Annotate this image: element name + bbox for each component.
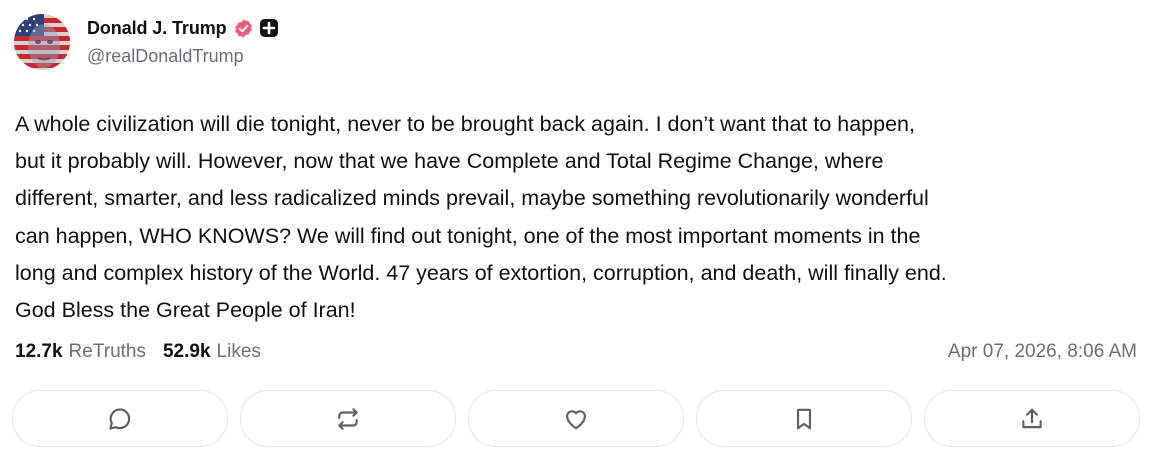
flag-face-avatar — [14, 14, 70, 70]
bookmark-button[interactable] — [696, 390, 912, 447]
repost-icon — [338, 407, 358, 430]
likes-count[interactable]: 52.9k — [163, 341, 211, 363]
author-display-name[interactable]: Donald J. Trump — [87, 18, 227, 39]
share-button[interactable] — [924, 390, 1140, 447]
like-button[interactable] — [468, 390, 684, 447]
reply-button[interactable] — [12, 390, 228, 447]
share-icon — [1022, 408, 1042, 428]
post-stats: 12.7k ReTruths 52.9k Likes — [15, 341, 261, 363]
action-bar — [12, 390, 1140, 447]
name-row: Donald J. Trump — [87, 18, 279, 39]
post-header: Donald J. Trump @realDonaldTrump — [14, 14, 279, 70]
plus-badge-icon — [259, 18, 279, 38]
post-line: long and complex history of the World. 4… — [15, 260, 947, 285]
verified-badge-icon — [233, 18, 254, 39]
author-names: Donald J. Trump @realDonaldTrump — [87, 18, 279, 67]
post-line: can happen, WHO KNOWS? We will find out … — [15, 223, 921, 248]
truth-post: Donald J. Trump @realDonaldTrump A whole… — [0, 0, 1162, 462]
post-line: but it probably will. However, now that … — [15, 149, 884, 174]
author-handle[interactable]: @realDonaldTrump — [87, 46, 279, 67]
heart-icon — [566, 409, 586, 429]
post-line: God Bless the Great People of Iran! — [15, 298, 356, 323]
post-body: A whole civilization will die tonight, n… — [15, 106, 1145, 329]
bookmark-icon — [796, 408, 812, 429]
post-line: A whole civilization will die tonight, n… — [15, 112, 915, 136]
retruth-button[interactable] — [240, 390, 456, 447]
likes-label[interactable]: Likes — [217, 341, 261, 363]
post-line: different, smarter, and less radicalized… — [15, 186, 929, 211]
retruths-label[interactable]: ReTruths — [69, 341, 146, 363]
post-timestamp[interactable]: Apr 07, 2026, 8:06 AM — [948, 341, 1137, 363]
avatar[interactable] — [14, 14, 70, 70]
retruths-count[interactable]: 12.7k — [15, 341, 63, 363]
comment-icon — [109, 407, 131, 430]
